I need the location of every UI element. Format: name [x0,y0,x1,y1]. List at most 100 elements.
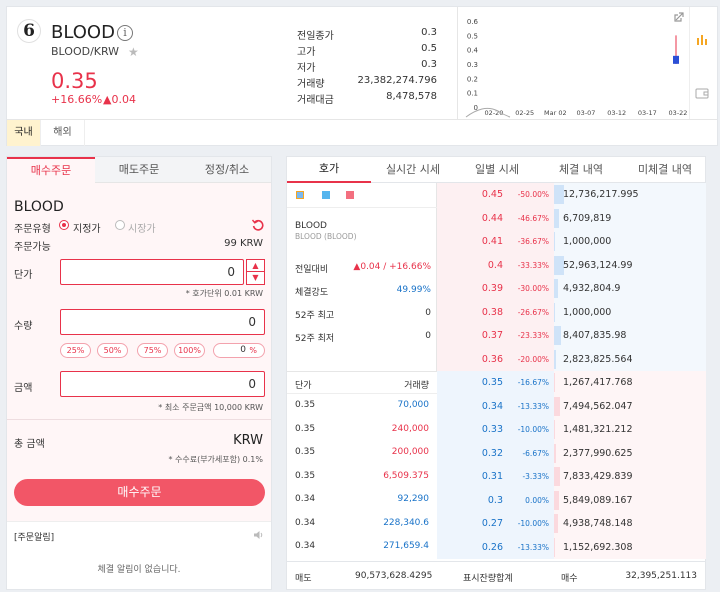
ask-row[interactable]: 0.36 -20.00% 2,823,825.564 [287,348,705,372]
info-icon[interactable]: i [117,25,133,41]
bid-price[interactable]: 0.35 [437,377,503,388]
change-amount: ▲0.04 [103,93,136,106]
ask-price[interactable]: 0.38 [437,307,503,318]
bid-price[interactable]: 0.34 [437,401,503,412]
ask-price[interactable]: 0.37 [437,330,503,341]
market-order-label[interactable]: 시장가 [128,220,156,235]
bid-price[interactable]: 0.33 [437,424,503,435]
pct-100-button[interactable]: 100% [174,343,205,358]
ask-row[interactable]: 0.44 -46.67% 6,709,819 [287,207,705,231]
tab-sell-order[interactable]: 매도주문 [95,157,183,183]
recent-trades-header: 단가 거래량 [287,371,437,394]
order-tabs: 매수주문 매도주문 정정/취소 [7,157,271,183]
mini-price-chart[interactable]: 0.6 0.5 0.4 0.3 0.2 0.1 0 02-20 02-25 Mar 02 03-07… [457,7,689,119]
price-up-button[interactable]: ▲ [246,259,265,272]
orderbook-footer: 매도 90,573,628.4295 표시잔량합계 매수 32,395,251.… [287,561,705,589]
order-type-label: 주문유형 [14,224,51,235]
quantity-input[interactable] [61,310,264,334]
ask-row[interactable]: 0.37 -23.33% 8,407,835.98 [287,324,705,348]
price-input-box [60,259,244,285]
bid-price[interactable]: 0.32 [437,448,503,459]
tab-overseas[interactable]: 해외 [41,120,85,146]
tab-daily-quotes[interactable]: 일별 시세 [455,157,539,183]
ask-row[interactable]: 0.4 -33.33% 52,963,124.99 [287,254,705,278]
bid-change-pct: -3.33% [522,472,549,481]
pct-75-button[interactable]: 75% [137,343,168,358]
order-divider [7,419,271,420]
tab-filled-history[interactable]: 체결 내역 [539,157,623,183]
bid-price[interactable]: 0.31 [437,471,503,482]
pct-custom-value: 0 [240,345,246,355]
favorite-star-icon[interactable]: ★ [128,45,139,59]
ask-change-pct: -36.67% [517,237,549,246]
pct-custom-input[interactable]: 0 % [213,343,265,358]
bid-volume: 4,938,748.148 [563,518,633,529]
ask-price[interactable]: 0.4 [437,260,503,271]
bid-volume: 7,494,562.047 [563,400,633,412]
footer-total-label: 표시잔량합계 [463,574,513,584]
ask-volume: 1,000,000 [563,306,612,318]
pct-50-button[interactable]: 50% [97,343,128,358]
expand-icon[interactable] [673,11,685,23]
ask-row[interactable]: 0.39 -30.00% 4,932,804.9 [287,277,705,301]
trade-price: 0.34 [295,541,316,551]
ask-change-pct: -30.00% [517,284,549,293]
trade-price: 0.34 [295,517,316,528]
trades-header-volume: 거래량 [404,381,429,391]
bid-volume-bar [554,443,556,463]
buy-order-button[interactable]: 매수주문 [14,479,265,506]
trades-header-price: 단가 [295,381,312,391]
x-tick-label: 02-25 [515,109,534,117]
tab-realtime-quotes[interactable]: 실시간 시세 [371,157,455,183]
ask-volume-bar [554,349,557,369]
speaker-icon[interactable] [253,530,264,540]
price-input[interactable] [61,260,243,284]
bid-volume: 7,833,429.839 [563,471,633,482]
price-label: 단가 [14,270,33,281]
fee-note: * 수수료(부가세포함) 0.1% [168,455,263,464]
ask-price[interactable]: 0.44 [437,213,503,224]
bid-price[interactable]: 0.27 [437,518,503,529]
tab-edit-cancel[interactable]: 정정/취소 [183,157,271,183]
ask-row[interactable]: 0.45 -50.00% 12,736,217.995 [287,183,705,207]
ask-volume: 8,407,835.98 [563,330,627,341]
ask-price[interactable]: 0.36 [437,354,503,365]
order-panel: 매수주문 매도주문 정정/취소 BLOOD 주문유형 지정가 시장가 주문가능 … [6,156,272,590]
tick-unit-note: * 호가단위 0.01 KRW [185,289,263,298]
y-tick-label: 0.2 [467,75,478,83]
trade-volume: 240,000 [391,423,429,434]
available-value: 99 KRW [224,238,263,249]
trade-row: 0.34 228,340.6 [287,512,437,536]
market-order-radio[interactable] [115,220,125,230]
ask-row[interactable]: 0.41 -36.67% 1,000,000 [287,230,705,254]
ask-row[interactable]: 0.38 -26.67% 1,000,000 [287,301,705,325]
coin-pair: BLOOD/KRW [51,45,120,58]
coin-name: BLOOD [51,22,115,43]
tab-domestic[interactable]: 국내 [7,120,41,146]
tab-unfilled-history[interactable]: 미체결 내역 [623,157,707,183]
limit-order-label[interactable]: 지정가 [73,220,101,235]
tab-buy-order[interactable]: 매수주문 [7,157,95,183]
ask-price[interactable]: 0.45 [437,189,503,200]
price-down-button[interactable]: ▼ [246,272,265,285]
ask-price[interactable]: 0.41 [437,236,503,247]
coin-summary-panel: 6 BLOOD i BLOOD/KRW ★ 0.35 +16.66% ▲0.04… [6,6,718,146]
y-tick-label: 0.1 [467,90,478,98]
amount-input[interactable] [61,372,264,396]
tab-orderbook[interactable]: 호가 [287,157,371,183]
x-tick-label: 03-07 [577,109,596,117]
bid-price[interactable]: 0.3 [437,495,503,506]
bid-volume-bar [554,467,561,486]
min-order-note: * 최소 주문금액 10,000 KRW [158,403,263,412]
candle-chart-icon[interactable] [695,33,709,47]
market-tabs: 국내 해외 [7,119,717,146]
wallet-icon[interactable] [695,87,709,99]
bid-volume: 5,849,089.167 [563,494,633,506]
bid-price[interactable]: 0.26 [437,542,503,553]
reset-icon[interactable] [251,218,265,232]
trade-volume: 6,509.375 [383,470,429,481]
ask-price[interactable]: 0.39 [437,283,503,294]
bid-volume: 1,481,321.212 [563,424,633,435]
limit-order-radio[interactable] [59,220,69,230]
pct-25-button[interactable]: 25% [60,343,91,358]
